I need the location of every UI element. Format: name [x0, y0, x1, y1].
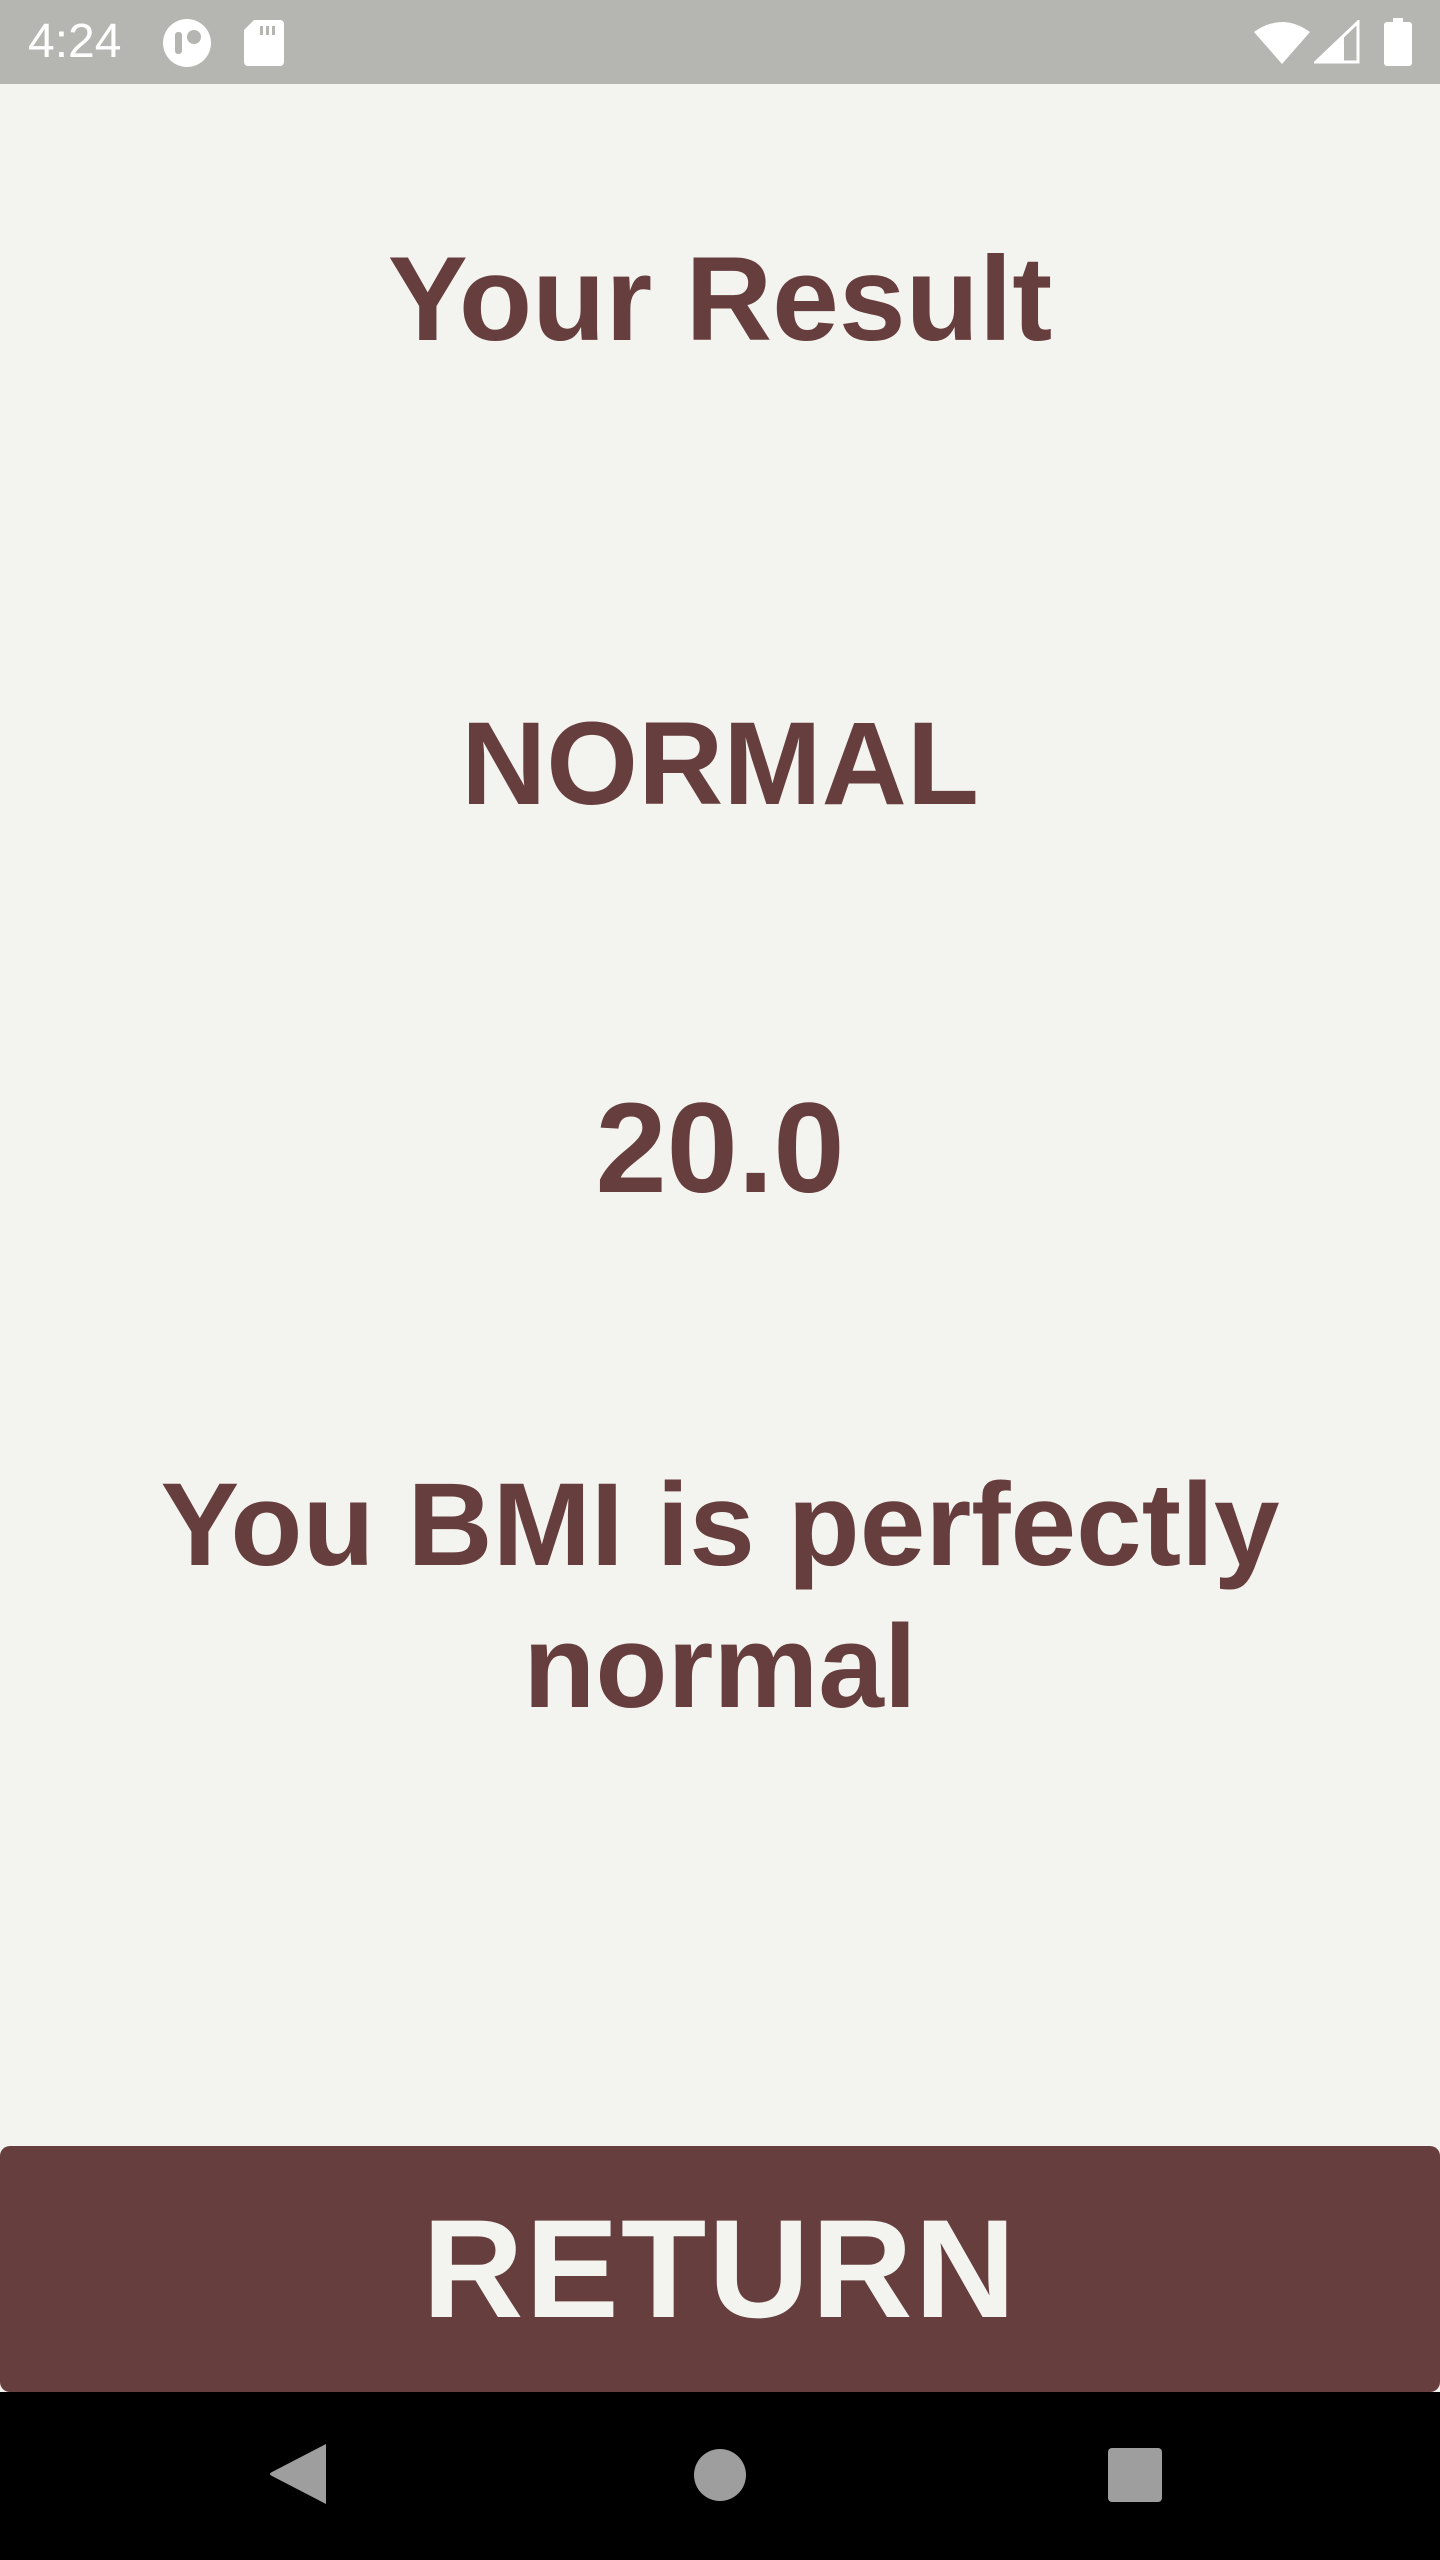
bmi-value: 20.0: [595, 1077, 845, 1220]
bmi-result-screen: 4:24 Your Result NORMAL 20.0 You BMI is …: [0, 0, 1440, 2560]
back-icon[interactable]: [268, 2442, 328, 2506]
result-status-label: NORMAL: [461, 698, 979, 830]
notification-app-icon: [163, 19, 211, 67]
page-title: Your Result: [387, 232, 1053, 366]
result-interpretation: You BMI is perfectly normal: [160, 1459, 1280, 1733]
battery-icon: [1384, 18, 1412, 66]
system-nav-bar: [0, 2392, 1440, 2560]
sd-card-icon: [244, 20, 284, 66]
return-button[interactable]: RETURN: [0, 2146, 1440, 2392]
result-content: Your Result NORMAL 20.0 You BMI is perfe…: [0, 84, 1440, 2144]
home-icon[interactable]: [693, 2448, 747, 2502]
cell-signal-icon: [1314, 20, 1360, 64]
recents-icon[interactable]: [1108, 2448, 1162, 2502]
status-time: 4:24: [28, 15, 122, 68]
wifi-icon: [1254, 22, 1310, 64]
status-bar: 4:24: [0, 0, 1440, 84]
return-button-label: RETURN: [422, 2190, 1018, 2347]
